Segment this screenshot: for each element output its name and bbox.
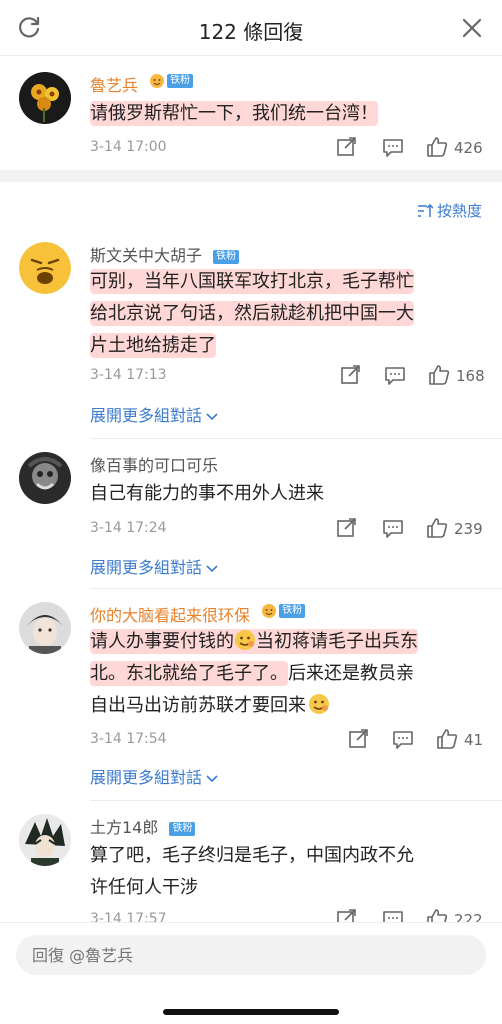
like-icon[interactable] — [426, 517, 448, 539]
comment-meta: 3-14 17:24 239 — [90, 517, 484, 541]
comment-text: 可别，当年八国联军攻打北京，毛子帮忙 给北京说了句话，然后就趁机把中国一大 片土… — [90, 269, 414, 358]
reply-bar — [0, 922, 502, 1024]
divider — [90, 438, 502, 439]
comment-icon[interactable] — [382, 517, 404, 539]
comment-text: 算了吧，毛子终归是毛子，中国内政不允 许任何人干涉 — [90, 845, 414, 898]
like-icon[interactable] — [428, 364, 450, 386]
divider — [90, 800, 502, 801]
fan-emoji-icon — [150, 74, 165, 88]
share-icon[interactable] — [340, 364, 362, 386]
fan-emoji-icon — [262, 604, 277, 618]
pinned-comment: 魯艺兵 铁粉 请俄罗斯帮忙一下，我们统一台湾！ 3-14 17:00 426 — [0, 56, 502, 170]
comment-item: 斯文关中大胡子 铁粉 可别，当年八国联军攻打北京，毛子帮忙 给北京说了句话，然后… — [0, 230, 502, 440]
close-icon[interactable] — [460, 16, 484, 40]
comment-text: 请俄罗斯帮忙一下，我们统一台湾！ — [90, 101, 378, 126]
comment-item: 像百事的可口可乐 自己有能力的事不用外人进来 3-14 17:24 239 展開… — [0, 440, 502, 590]
money-face-emoji-icon — [309, 694, 329, 714]
avatar[interactable] — [19, 242, 71, 294]
comment-icon[interactable] — [392, 728, 414, 750]
chevron-down-icon — [206, 774, 218, 782]
chevron-down-icon — [206, 564, 218, 572]
home-indicator — [163, 1009, 339, 1015]
comment-time: 3-14 17:24 — [90, 520, 167, 536]
fan-badge: 铁粉 — [169, 822, 196, 836]
divider — [90, 588, 502, 589]
comment-icon[interactable] — [384, 364, 406, 386]
comment-meta: 3-14 17:54 41 — [90, 728, 484, 752]
header: 122 條回復 — [0, 0, 502, 56]
fan-badge: 铁粉 — [279, 604, 306, 618]
chevron-down-icon — [206, 412, 218, 420]
comment-item: 你的大脑看起来很环保 铁粉 请人办事要付钱的 当初蒋请毛子出兵东 北。东北就给了毛… — [0, 590, 502, 800]
like-count: 41 — [464, 731, 484, 749]
expand-replies-link[interactable]: 展開更多組對話 — [90, 402, 218, 426]
comment-item: 土方14郎 铁粉 算了吧，毛子终归是毛子，中国内政不允 许任何人干涉 3-14 … — [0, 802, 502, 929]
comment-meta: 3-14 17:13 168 — [90, 364, 485, 388]
comment-author[interactable]: 你的大脑看起来很环保 铁粉 — [90, 602, 306, 626]
comment-text: 自己有能力的事不用外人进来 — [90, 483, 324, 504]
like-count: 168 — [456, 367, 485, 385]
avatar[interactable] — [19, 814, 71, 866]
share-icon[interactable] — [336, 136, 358, 158]
comment-meta: 3-14 17:00 426 — [90, 136, 484, 160]
comment-time: 3-14 17:00 — [90, 139, 167, 155]
section-divider — [0, 170, 502, 182]
sort-button[interactable]: 按熱度 — [417, 200, 482, 221]
avatar[interactable] — [19, 72, 71, 124]
like-icon[interactable] — [436, 728, 458, 750]
like-icon[interactable] — [426, 136, 448, 158]
sort-icon — [417, 203, 433, 217]
like-count: 239 — [454, 520, 483, 538]
like-count: 426 — [454, 139, 483, 157]
comment-icon[interactable] — [382, 136, 404, 158]
reply-input[interactable] — [16, 935, 486, 975]
comment-author[interactable]: 斯文关中大胡子 铁粉 — [90, 242, 240, 266]
comment-text: 请人办事要付钱的 当初蒋请毛子出兵东 北。东北就给了毛子了。后来还是教员亲 自出马… — [90, 629, 418, 716]
fan-badge: 铁粉 — [167, 74, 194, 88]
page-title: 122 條回復 — [198, 20, 304, 44]
money-face-emoji-icon — [235, 630, 255, 650]
comment-time: 3-14 17:13 — [90, 367, 167, 383]
expand-replies-link[interactable]: 展開更多組對話 — [90, 764, 218, 788]
comment-author[interactable]: 像百事的可口可乐 — [90, 452, 218, 476]
comment-author[interactable]: 土方14郎 铁粉 — [90, 814, 196, 838]
share-icon[interactable] — [336, 517, 358, 539]
share-icon[interactable] — [348, 728, 370, 750]
comment-time: 3-14 17:54 — [90, 731, 167, 747]
avatar[interactable] — [19, 452, 71, 504]
expand-replies-link[interactable]: 展開更多組對話 — [90, 554, 218, 578]
fan-badge: 铁粉 — [213, 250, 240, 264]
comment-author[interactable]: 魯艺兵 铁粉 — [90, 72, 194, 96]
avatar[interactable] — [19, 602, 71, 654]
